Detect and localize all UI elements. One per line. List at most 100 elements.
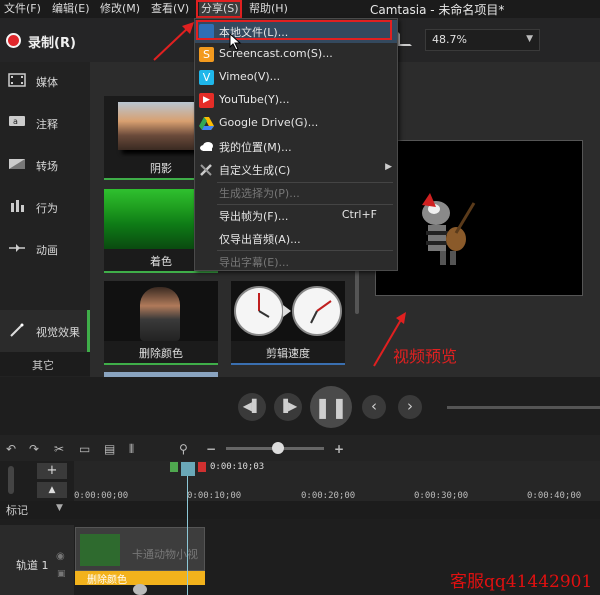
pause-button[interactable]: ❚❚ (310, 386, 352, 428)
playhead-end-marker[interactable] (198, 462, 206, 472)
cut-icon[interactable]: ✂ (54, 442, 64, 456)
media-clip[interactable]: 卡通动物小视 (75, 527, 205, 571)
effect-label: 剪辑速度 (266, 347, 310, 360)
youtube-icon: ▶ (199, 93, 214, 108)
sidebar-item-label: 转场 (36, 160, 58, 173)
add-track-button[interactable]: + (37, 463, 67, 479)
menu-item-label: 导出字幕(E)... (219, 256, 290, 269)
sidebar-item-animations[interactable]: 动画 (0, 230, 90, 270)
sidebar-item-behaviors[interactable]: 行为 (0, 188, 90, 228)
menu-item-google-drive[interactable]: Google Drive(G)... (195, 112, 397, 135)
menu-item-label: YouTube(Y)... (219, 93, 290, 106)
magic-wand-icon (10, 323, 24, 337)
playhead-handle[interactable] (181, 462, 195, 476)
record-button[interactable]: 录制(R) (28, 32, 76, 51)
sidebar-item-media[interactable]: 媒体 (0, 62, 90, 102)
menu-item-export-frame[interactable]: 导出帧为(F)... Ctrl+F (195, 204, 397, 227)
step-forward-button[interactable]: ▐▶ (274, 393, 302, 421)
zoom-search-icon[interactable]: ⚲ (179, 442, 188, 456)
playhead-start-marker[interactable] (170, 462, 178, 472)
clip-thumbnail (80, 534, 120, 566)
step-back-icon: ◀▌ (242, 399, 262, 413)
film-icon (8, 73, 26, 87)
sidebar-item-label: 视觉效果 (36, 326, 80, 339)
step-back-button[interactable]: ◀▌ (238, 393, 266, 421)
zoom-in-icon[interactable]: + (334, 442, 344, 456)
clip-effect-bar[interactable]: 删除颜色 (75, 571, 205, 586)
chevron-right-icon: › (407, 397, 413, 415)
menu-item-label: 自定义生成(C) (219, 164, 291, 177)
record-icon[interactable] (6, 33, 21, 48)
track-height-slider[interactable] (8, 466, 14, 494)
panel-scrollbar[interactable] (355, 270, 359, 314)
menu-item-youtube[interactable]: ▶ YouTube(Y)... (195, 89, 397, 112)
pause-icon: ❚❚ (314, 395, 348, 419)
marker-row: 标记 ▼ (0, 501, 600, 519)
zoom-slider-handle[interactable] (272, 442, 284, 454)
tick-label: 0:00:10;00 (187, 491, 242, 501)
sidebar-item-other[interactable]: 其它 (0, 352, 90, 376)
sidebar-item-label: 注释 (36, 118, 58, 131)
zoom-value: 48.7% (432, 33, 467, 46)
mouse-cursor-icon (229, 33, 242, 51)
behavior-icon (11, 200, 24, 212)
paste-icon[interactable]: ▤ (104, 442, 115, 456)
zoom-select[interactable]: 48.7% ▼ (425, 29, 540, 51)
tick-label: 0:00:20;00 (301, 491, 356, 501)
undo-icon[interactable]: ↶ (6, 442, 16, 456)
sidebar-item-visual-effects[interactable]: 视觉效果 (0, 310, 90, 352)
thumb-underline (231, 363, 345, 365)
menu-item-label: 仅导出音频(A)... (219, 233, 301, 246)
menu-item-label: Google Drive(G)... (219, 116, 319, 129)
playhead-line (187, 470, 188, 595)
effect-thumb-clip-speed[interactable]: 剪辑速度 (231, 281, 345, 365)
effect-thumb-remove-color[interactable]: 删除颜色 (104, 281, 218, 365)
cloud-icon (200, 142, 213, 151)
annotation-arrow-icon (153, 22, 194, 61)
chevron-right-icon: ▶ (385, 162, 392, 172)
crop-icon[interactable] (398, 32, 412, 46)
menu-item-export-audio[interactable]: 仅导出音频(A)... (195, 227, 397, 250)
split-icon[interactable]: ⫴ (129, 442, 134, 457)
menu-item-my-place[interactable]: 我的位置(M)... (195, 135, 397, 158)
menu-item-label: 生成选择为(P)... (219, 187, 300, 200)
track-header: 轨道 1 ◉ ▣ (0, 525, 74, 595)
menu-item-screencast[interactable]: S Screencast.com(S)... (195, 43, 397, 66)
menu-edit[interactable]: 编辑(E) (52, 1, 90, 17)
menu-help[interactable]: 帮助(H) (249, 1, 288, 17)
effect-label: 删除颜色 (139, 347, 183, 360)
window-title: Camtasia - 未命名项目* (370, 3, 505, 17)
effect-toggle-icon[interactable] (133, 584, 147, 595)
previous-button[interactable]: ‹ (362, 395, 386, 419)
copy-icon[interactable]: ▭ (79, 442, 90, 456)
video-canvas[interactable] (375, 140, 583, 296)
google-drive-icon (199, 117, 214, 130)
next-button[interactable]: › (398, 395, 422, 419)
menu-item-produce-selection: 生成选择为(P)... (195, 181, 397, 204)
collapse-button[interactable]: ▲ (37, 482, 67, 498)
zoom-out-icon[interactable]: − (206, 442, 216, 456)
chevron-down-icon[interactable]: ▼ (56, 503, 63, 513)
tick-label: 0:00:40;00 (527, 491, 582, 501)
menu-item-export-captions: 导出字幕(E)... (195, 250, 397, 273)
redo-icon[interactable]: ↷ (29, 442, 39, 456)
tools-icon (200, 164, 212, 176)
clip-effect-label: 删除颜色 (87, 575, 127, 586)
menu-item-custom-production[interactable]: 自定义生成(C) ▶ (195, 158, 397, 181)
step-forward-icon: ▐▶ (278, 399, 298, 413)
scrub-bar[interactable] (447, 406, 600, 409)
menu-file[interactable]: 文件(F) (4, 1, 41, 17)
menu-view[interactable]: 查看(V) (151, 1, 189, 17)
cartoon-cat-guitar-icon (422, 193, 476, 265)
menu-modify[interactable]: 修改(M) (100, 1, 140, 17)
menu-item-vimeo[interactable]: V Vimeo(V)... (195, 66, 397, 89)
watermark: 客服qq41442901 (450, 572, 593, 592)
eye-icon[interactable]: ◉ (56, 551, 65, 562)
lock-icon[interactable]: ▣ (57, 569, 66, 579)
menu-item-label: Vimeo(V)... (219, 70, 281, 83)
annotation-icon: a (9, 116, 25, 126)
animation-icon (9, 244, 25, 252)
sidebar-item-transitions[interactable]: 转场 (0, 146, 90, 186)
sidebar-item-annotations[interactable]: a 注释 (0, 104, 90, 144)
share-menu-highlight (196, 0, 242, 18)
